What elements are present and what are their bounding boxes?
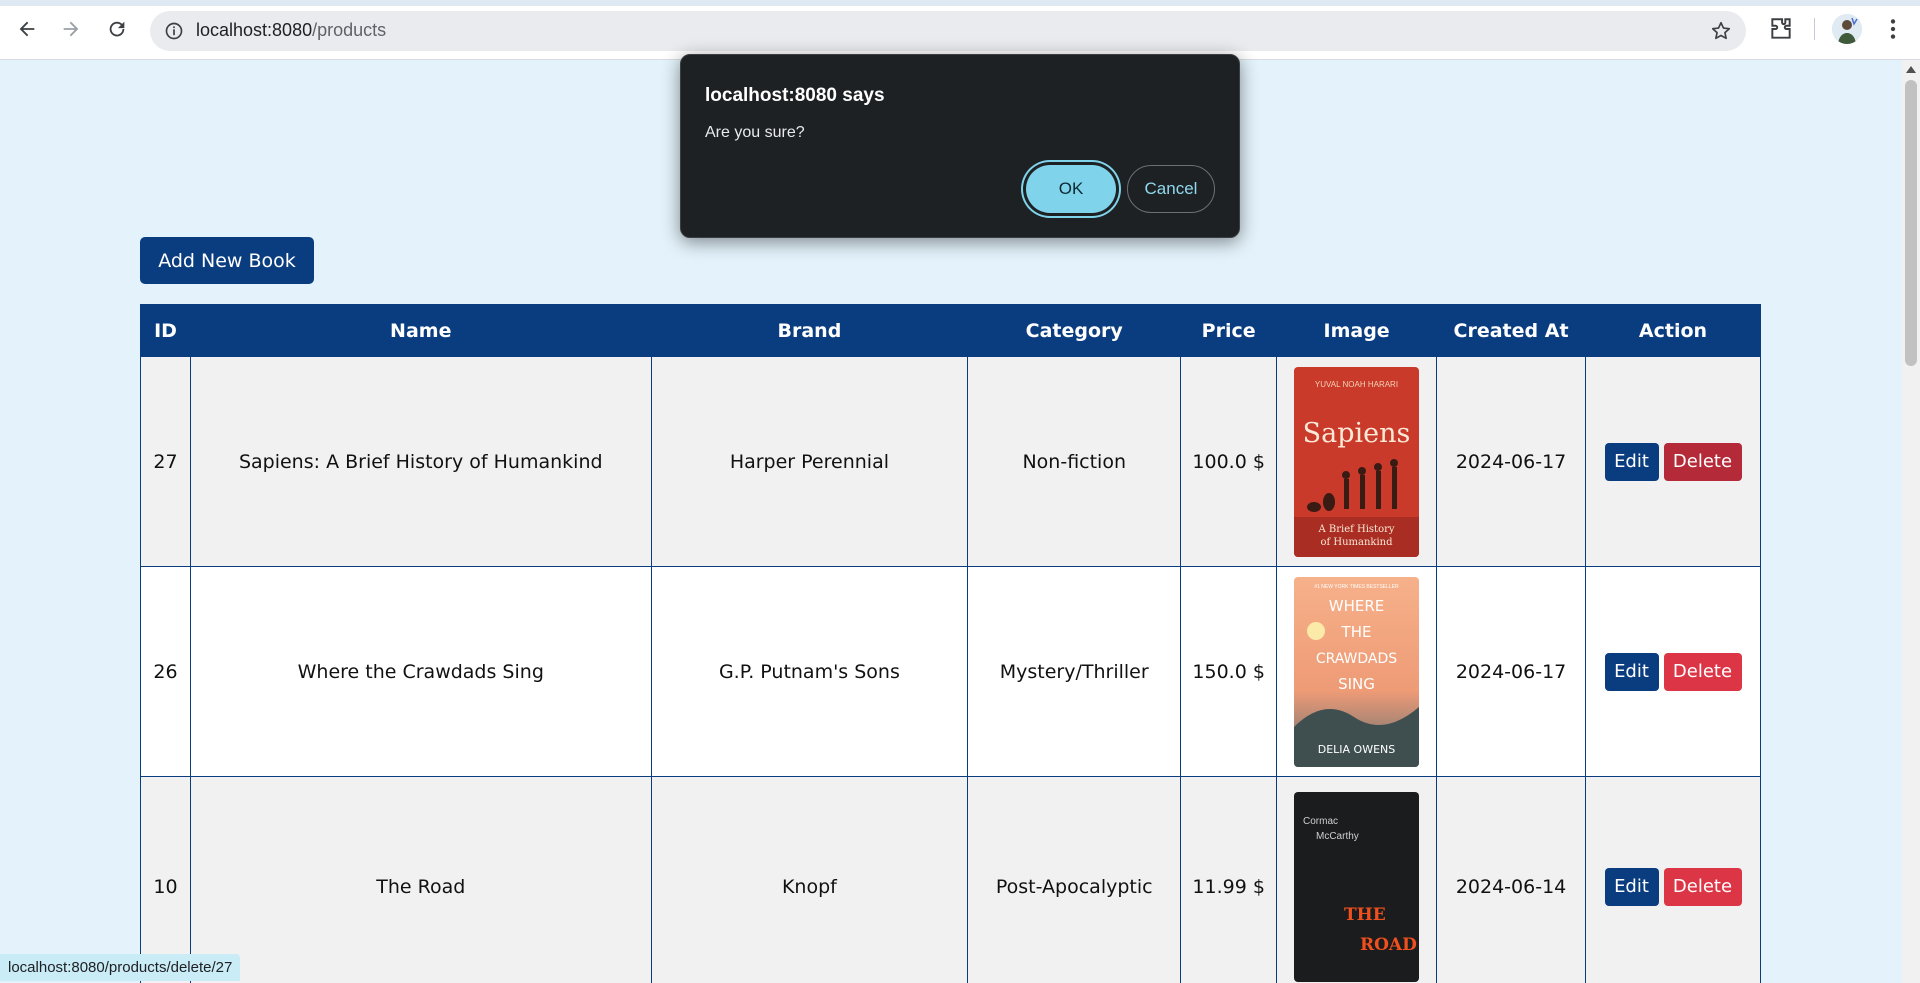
cell-created-at: 2024-06-14: [1436, 776, 1586, 983]
link-status-bar: localhost:8080/products/delete/27: [0, 954, 241, 981]
cell-name: Sapiens: A Brief History of Humankind: [189, 356, 652, 567]
url-path: /products: [312, 20, 387, 40]
book-cover-image: #1 NEW YORK TIMES BESTSELLER WHERE THE C…: [1294, 576, 1420, 767]
book-cover-image: YUVAL NOAH HARARI Sapiens A Brief Histor…: [1294, 366, 1420, 557]
cancel-button[interactable]: Cancel: [1127, 165, 1215, 213]
the-road-cover: Cormac McCarthy THE ROAD: [1294, 791, 1420, 982]
cover-author: DELIA OWENS: [1318, 743, 1396, 756]
add-new-book-button[interactable]: Add New Book: [140, 237, 314, 284]
header-image: Image: [1276, 304, 1438, 357]
arrow-right-icon: [63, 21, 79, 37]
table-row: 27 Sapiens: A Brief History of Humankind…: [140, 356, 1761, 567]
reload-button[interactable]: [102, 14, 132, 44]
cell-id: 10: [140, 776, 191, 983]
cell-image: YUVAL NOAH HARARI Sapiens A Brief Histor…: [1276, 356, 1438, 567]
profile-avatar[interactable]: [1832, 14, 1862, 44]
back-button[interactable]: [12, 14, 42, 44]
cover-title-line3: CRAWDADS: [1316, 651, 1397, 667]
cover-title-line2: ROAD: [1360, 935, 1417, 955]
cell-created-at: 2024-06-17: [1436, 566, 1586, 777]
page-scrollbar[interactable]: [1902, 60, 1920, 983]
delete-button[interactable]: Delete: [1663, 652, 1742, 691]
info-icon[interactable]: [164, 21, 184, 41]
cell-action: Edit Delete: [1585, 356, 1761, 567]
cover-title-line4: SING: [1338, 675, 1375, 693]
cell-category: Mystery/Thriller: [967, 566, 1182, 777]
dialog-origin: localhost:8080 says: [705, 85, 885, 106]
toolbar-separator: [1814, 18, 1815, 40]
table-row: 26 Where the Crawdads Sing G.P. Putnam's…: [140, 566, 1761, 777]
header-created-at: Created At: [1436, 304, 1586, 357]
table-header-row: ID Name Brand Category Price Image Creat…: [140, 304, 1761, 357]
cell-image: Cormac McCarthy THE ROAD: [1276, 776, 1438, 983]
bookmark-star-icon[interactable]: [1710, 20, 1732, 42]
crawdads-cover: #1 NEW YORK TIMES BESTSELLER WHERE THE C…: [1294, 576, 1420, 767]
cell-category: Non-fiction: [967, 356, 1182, 567]
cell-brand: Harper Perennial: [650, 356, 969, 567]
browser-toolbar: localhost:8080/products: [0, 0, 1920, 60]
delete-button[interactable]: Delete: [1663, 867, 1742, 906]
ok-button[interactable]: OK: [1026, 165, 1116, 213]
cell-price: 11.99 $: [1180, 776, 1278, 983]
cell-id: 26: [140, 566, 191, 777]
dialog-message: Are you sure?: [705, 124, 805, 141]
cell-name: Where the Crawdads Sing: [189, 566, 652, 777]
sapiens-cover: YUVAL NOAH HARARI Sapiens A Brief Histor…: [1294, 366, 1420, 557]
forward-button[interactable]: [56, 14, 86, 44]
reload-icon: [109, 21, 125, 37]
cover-title: Sapiens: [1303, 418, 1411, 449]
cover-author: YUVAL NOAH HARARI: [1315, 380, 1398, 389]
cell-brand: G.P. Putnam's Sons: [650, 566, 969, 777]
tab-strip-edge: [0, 0, 1920, 6]
url-text[interactable]: localhost:8080/products: [196, 20, 386, 41]
cover-title-line1: WHERE: [1329, 597, 1385, 615]
cell-id: 27: [140, 356, 191, 567]
cover-author-line2: McCarthy: [1316, 831, 1359, 842]
header-action: Action: [1585, 304, 1761, 357]
cell-brand: Knopf: [650, 776, 969, 983]
edit-button[interactable]: Edit: [1604, 652, 1659, 691]
address-bar[interactable]: localhost:8080/products: [150, 11, 1746, 51]
confirm-dialog: localhost:8080 says Are you sure? OK Can…: [680, 54, 1240, 238]
scrollbar-thumb[interactable]: [1905, 80, 1917, 366]
cell-image: #1 NEW YORK TIMES BESTSELLER WHERE THE C…: [1276, 566, 1438, 777]
cell-action: Edit Delete: [1585, 566, 1761, 777]
header-price: Price: [1180, 304, 1278, 357]
header-id: ID: [140, 304, 191, 357]
cell-action: Edit Delete: [1585, 776, 1761, 983]
edit-button[interactable]: Edit: [1604, 442, 1659, 481]
header-brand: Brand: [650, 304, 969, 357]
cell-created-at: 2024-06-17: [1436, 356, 1586, 567]
url-host: localhost:8080: [196, 20, 313, 40]
arrow-left-icon: [19, 21, 35, 37]
cover-subtitle-line2: of Humankind: [1321, 537, 1394, 548]
cell-price: 100.0 $: [1180, 356, 1278, 567]
delete-button[interactable]: Delete: [1663, 442, 1742, 481]
cover-title-line2: THE: [1341, 623, 1372, 641]
products-table: ID Name Brand Category Price Image Creat…: [140, 304, 1761, 983]
book-cover-image: Cormac McCarthy THE ROAD: [1294, 791, 1420, 982]
cell-name: The Road: [189, 776, 652, 983]
cover-author-line1: Cormac: [1303, 816, 1338, 827]
cover-title-line1: THE: [1344, 905, 1386, 925]
cover-subtitle-line1: A Brief History: [1318, 524, 1395, 535]
more-vert-icon[interactable]: [1880, 16, 1906, 42]
profile-picture-icon: [1832, 14, 1862, 44]
header-category: Category: [967, 304, 1182, 357]
edit-button[interactable]: Edit: [1604, 867, 1659, 906]
header-name: Name: [189, 304, 652, 357]
cover-tagline: #1 NEW YORK TIMES BESTSELLER: [1314, 584, 1399, 590]
table-row: 10 The Road Knopf Post-Apocalyptic 11.99…: [140, 776, 1761, 983]
scroll-up-arrow-icon[interactable]: [1906, 66, 1916, 73]
extensions-puzzle-icon[interactable]: [1768, 16, 1794, 42]
cell-category: Post-Apocalyptic: [967, 776, 1182, 983]
cell-price: 150.0 $: [1180, 566, 1278, 777]
